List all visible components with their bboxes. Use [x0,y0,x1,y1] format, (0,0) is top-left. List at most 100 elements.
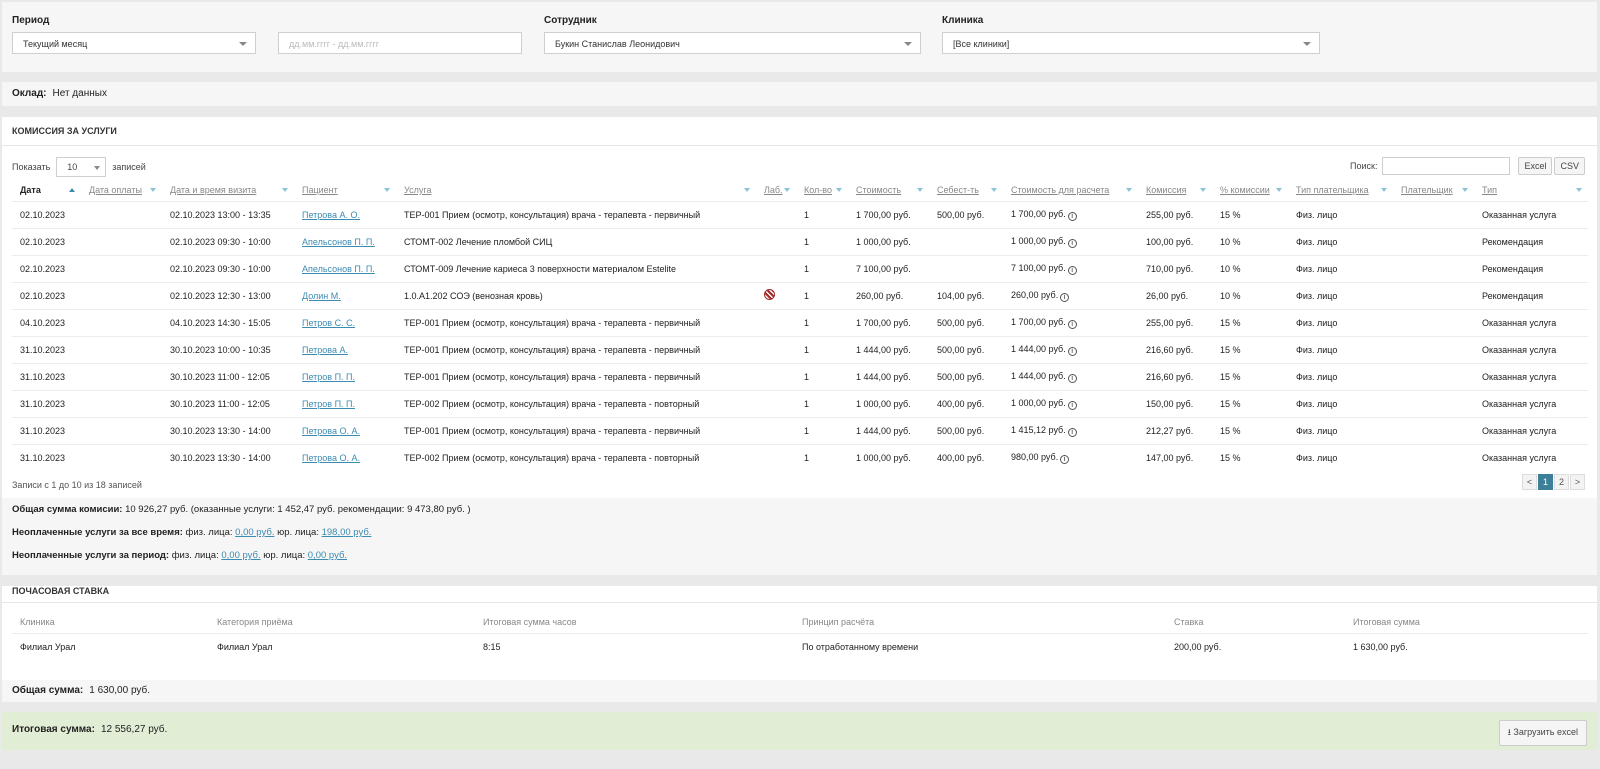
cell-type: Рекомендация [1474,227,1588,255]
cell-comm: 100,00 руб. [1138,227,1212,255]
column-header: Итоговая сумма часов [483,616,577,627]
download-excel-button[interactable]: ⭳ Загрузить excel [1498,720,1587,746]
column-header[interactable]: Лаб. [756,179,796,201]
final-total-panel: Итоговая сумма: 12 556,27 руб. ⭳ Загрузит… [2,712,1597,750]
cell-cost: 1 444,00 руб. [848,362,929,390]
cell-calc: 1 000,00 руб. i [1003,389,1138,417]
page-2-button[interactable]: 2 [1554,474,1569,490]
unpaid-period-phys-link[interactable]: 0,00 руб. [221,550,260,561]
unpaid-all-line: Неоплаченные услуги за все время: физ. л… [12,527,371,538]
patient-link[interactable]: Долин М. [302,291,341,301]
cell-patient: Апельсонов П. П. [294,254,396,282]
cell-visit: 02.10.2023 09:30 - 10:00 [162,254,294,282]
prev-page-button[interactable]: < [1522,474,1537,490]
calc-value: 1 700,00 руб. [1011,208,1066,219]
column-header[interactable]: Дата оплаты [81,179,162,201]
info-icon[interactable]: i [1060,292,1070,302]
column-header[interactable]: Дата и время визита [162,179,294,201]
divider [2,602,1597,603]
cell-calc: 1 700,00 руб. i [1003,308,1138,336]
page-1-button[interactable]: 1 [1538,474,1553,490]
column-header[interactable]: Дата [12,179,81,201]
sort-icon [1576,188,1582,192]
column-header[interactable]: Стоимость для расчета [1003,179,1138,201]
final-total-value: 12 556,27 руб. [100,724,168,735]
date-range-input[interactable]: дд.мм.гггг - дд.мм.гггг [278,32,522,54]
column-header: Категория приёма [217,616,293,627]
info-icon[interactable]: i [1067,373,1077,383]
clinic-select[interactable]: [Все клиники] [942,32,1320,54]
info-icon[interactable]: i [1067,211,1077,221]
patient-link[interactable]: Петров П. П. [302,399,355,409]
unpaid-all-phys-link[interactable]: 0,00 руб. [235,527,274,538]
cell-pct: 15 % [1212,443,1288,471]
cell-comm: 147,00 руб. [1138,443,1212,471]
column-header[interactable]: Тип [1474,179,1588,201]
excel-button[interactable]: Excel [1518,157,1553,175]
info-icon[interactable]: i [1067,238,1077,248]
cell-cost: 1 000,00 руб. [848,227,929,255]
info-icon[interactable]: i [1067,319,1077,329]
cell-self: 500,00 руб. [929,308,1003,336]
cell-date: 31.10.2023 [12,416,81,444]
cell-service: ТЕР-001 Прием (осмотр, консультация) вра… [396,200,756,228]
cell-calc: 980,00 руб. i [1003,443,1138,471]
calc-value: 980,00 руб. [1011,451,1059,462]
patient-link[interactable]: Апельсонов П. П. [302,237,375,247]
cell-pay [81,443,162,471]
patient-link[interactable]: Петрова О. А. [302,453,360,463]
patient-link[interactable]: Петров С. С. [302,318,355,328]
patient-link[interactable]: Петрова А. [302,345,348,355]
page-length-select[interactable]: 10 [56,157,107,177]
patient-link[interactable]: Петрова А. О. [302,210,360,220]
patient-link[interactable]: Апельсонов П. П. [302,264,375,274]
column-header[interactable]: Стоимость [848,179,929,201]
sort-icon [1276,188,1282,192]
cell-date: 31.10.2023 [12,443,81,471]
cell-pct: 15 % [1212,416,1288,444]
cell-comm: 255,00 руб. [1138,308,1212,336]
column-header[interactable]: Себест-ть [929,179,1003,201]
unpaid-all-jur-link[interactable]: 198,00 руб. [322,527,372,538]
unpaid-all-label: Неоплаченные услуги за все время: [12,527,183,538]
period-select[interactable]: Текущий месяц [12,32,256,54]
info-icon[interactable]: i [1060,454,1070,464]
column-header[interactable]: Кол-во [796,179,848,201]
column-header[interactable]: Комиссия [1138,179,1212,201]
cell-pct: 10 % [1212,254,1288,282]
cell-payer [1393,443,1474,471]
patient-link[interactable]: Петров П. П. [302,372,355,382]
column-header[interactable]: Тип плательщика [1288,179,1393,201]
calc-value: 1 000,00 руб. [1011,235,1066,246]
cell-cost: 1 000,00 руб. [848,389,929,417]
column-header[interactable]: Пациент [294,179,396,201]
cell-date: 02.10.2023 [12,200,81,228]
divider [2,145,1597,146]
info-icon[interactable]: i [1067,265,1077,275]
cell-ptype: Физ. лицо [1288,389,1393,417]
cell-patient: Петрова О. А. [294,416,396,444]
next-page-button[interactable]: > [1570,474,1585,490]
search-input[interactable] [1382,157,1511,175]
calc-value: 260,00 руб. [1011,289,1059,300]
sort-icon [836,188,842,192]
csv-button[interactable]: CSV [1554,157,1585,175]
unpaid-period-jur-link[interactable]: 0,00 руб. [308,550,347,561]
cell-qty: 1 [796,227,848,255]
column-header[interactable]: % комиссии [1212,179,1288,201]
info-icon[interactable]: i [1067,400,1077,410]
info-icon[interactable]: i [1067,427,1077,437]
cell-comm: 150,00 руб. [1138,389,1212,417]
info-icon[interactable]: i [1067,346,1077,356]
employee-select[interactable]: Букин Станислав Леонидович [544,32,921,54]
cell-pay [81,254,162,282]
column-header[interactable]: Услуга [396,179,756,201]
patient-link[interactable]: Петрова О. А. [302,426,360,436]
hourly-title: ПОЧАСОВАЯ СТАВКА [12,586,110,596]
table-row: 31.10.2023 30.10.2023 11:00 - 12:05 Петров… [12,389,1588,417]
cell-ptype: Физ. лицо [1288,362,1393,390]
cell-lab [756,362,796,390]
column-header[interactable]: Плательщик [1393,179,1474,201]
commission-summary: Общая сумма комисии: 10 926,27 руб. (ока… [2,498,1597,575]
calc-value: 1 444,00 руб. [1011,370,1066,381]
